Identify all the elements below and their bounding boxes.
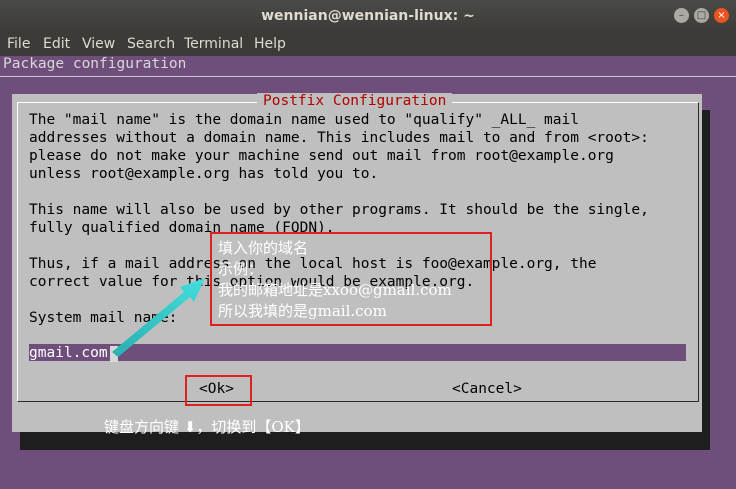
pointer-arrow-icon [112,278,205,357]
